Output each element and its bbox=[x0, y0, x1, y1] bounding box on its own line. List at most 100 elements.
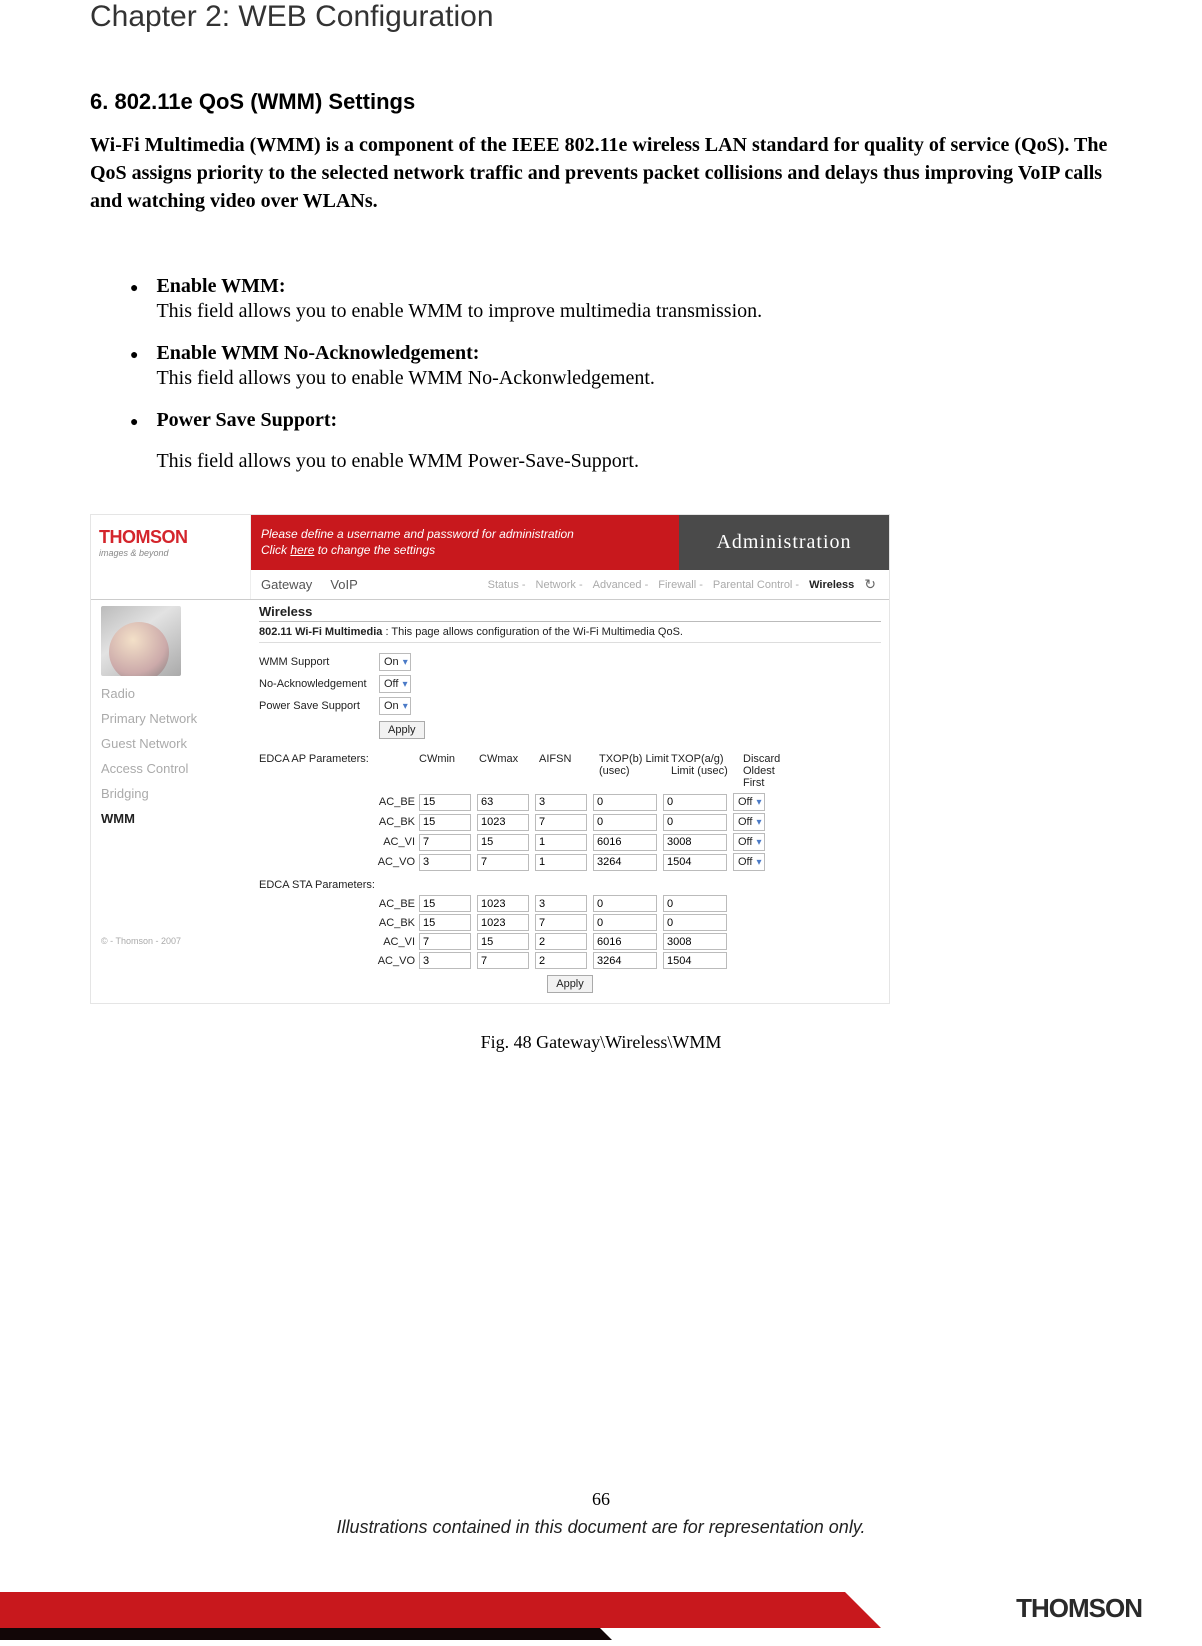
edca-input[interactable] bbox=[663, 814, 727, 831]
discard-value: Off bbox=[738, 856, 752, 868]
tab-voip[interactable]: VoIP bbox=[330, 577, 357, 592]
admin-title: Administration bbox=[679, 515, 889, 570]
edca-input[interactable] bbox=[663, 794, 727, 811]
edca-input[interactable] bbox=[535, 914, 587, 931]
edca-input[interactable] bbox=[593, 854, 657, 871]
refresh-icon[interactable]: ↻ bbox=[864, 576, 876, 593]
edca-input[interactable] bbox=[477, 854, 529, 871]
sidebar-item-access-control[interactable]: Access Control bbox=[101, 761, 241, 776]
footer: THOMSON bbox=[0, 1578, 1202, 1646]
sidebar-avatar bbox=[101, 606, 181, 676]
banner-here-link[interactable]: here bbox=[290, 543, 314, 557]
edca-input[interactable] bbox=[535, 814, 587, 831]
edca-input[interactable] bbox=[663, 933, 727, 950]
edca-input[interactable] bbox=[593, 834, 657, 851]
subtab-wireless[interactable]: Wireless bbox=[809, 579, 854, 591]
tab-gateway[interactable]: Gateway bbox=[261, 577, 312, 592]
row-label: AC_BE bbox=[259, 898, 419, 910]
edca-input[interactable] bbox=[535, 952, 587, 969]
edca-input[interactable] bbox=[535, 933, 587, 950]
bullet-desc: This field allows you to enable WMM No-A… bbox=[156, 365, 1112, 391]
footer-brand: THOMSON bbox=[1016, 1593, 1142, 1624]
apply-button-2[interactable]: Apply bbox=[547, 975, 593, 993]
subtab-parental[interactable]: Parental Control - bbox=[713, 579, 799, 591]
edca-input[interactable] bbox=[477, 814, 529, 831]
edca-input[interactable] bbox=[535, 834, 587, 851]
edca-input[interactable] bbox=[419, 854, 471, 871]
edca-input[interactable] bbox=[663, 914, 727, 931]
edca-input[interactable] bbox=[419, 834, 471, 851]
banner-line1: Please define a username and password fo… bbox=[261, 527, 669, 543]
edca-input[interactable] bbox=[477, 914, 529, 931]
subtab-network[interactable]: Network - bbox=[536, 579, 583, 591]
edca-input[interactable] bbox=[419, 952, 471, 969]
table-row: AC_BK Off▾ bbox=[259, 813, 881, 831]
edca-input[interactable] bbox=[419, 895, 471, 912]
edca-input[interactable] bbox=[535, 794, 587, 811]
sidebar-item-radio[interactable]: Radio bbox=[101, 686, 241, 701]
bullet-title: Power Save Support: bbox=[156, 409, 1112, 432]
discard-select[interactable]: Off▾ bbox=[733, 813, 765, 831]
banner-line2-pre: Click bbox=[261, 543, 290, 557]
sidebar: Radio Primary Network Guest Network Access … bbox=[91, 600, 251, 1003]
sidebar-item-bridging[interactable]: Bridging bbox=[101, 786, 241, 801]
content-panel: Wireless 802.11 Wi-Fi Multimedia : This … bbox=[251, 600, 889, 1003]
discard-select[interactable]: Off ▾ bbox=[733, 853, 765, 871]
discard-value: Off bbox=[738, 816, 752, 828]
edca-input[interactable] bbox=[663, 854, 727, 871]
edca-input[interactable] bbox=[663, 834, 727, 851]
page-number: 66 bbox=[0, 1489, 1202, 1510]
edca-input[interactable] bbox=[419, 933, 471, 950]
col-cwmin: CWmin bbox=[419, 753, 479, 789]
edca-input[interactable] bbox=[477, 895, 529, 912]
table-row: AC_BE bbox=[259, 895, 881, 912]
sidebar-footer: © - Thomson - 2007 bbox=[101, 936, 241, 946]
discard-select[interactable]: Off▾ bbox=[733, 833, 765, 851]
edca-input[interactable] bbox=[535, 854, 587, 871]
row-label: AC_BK bbox=[259, 816, 419, 828]
edca-input[interactable] bbox=[477, 952, 529, 969]
edca-input[interactable] bbox=[593, 933, 657, 950]
wmm-support-select[interactable]: On▾ bbox=[379, 653, 411, 671]
sub-tabs: Status - Network - Advanced - Firewall -… bbox=[483, 570, 889, 599]
apply-button[interactable]: Apply bbox=[379, 721, 425, 739]
edca-input[interactable] bbox=[593, 814, 657, 831]
edca-sta-title: EDCA STA Parameters: bbox=[259, 879, 419, 891]
edca-input[interactable] bbox=[663, 952, 727, 969]
chevron-down-icon: ▾ bbox=[756, 857, 761, 868]
subtab-advanced[interactable]: Advanced - bbox=[593, 579, 649, 591]
edca-input[interactable] bbox=[477, 834, 529, 851]
sidebar-item-wmm[interactable]: WMM bbox=[101, 811, 241, 826]
bullet-title: Enable WMM: bbox=[156, 275, 1112, 298]
figure-caption: Fig. 48 Gateway\Wireless\WMM bbox=[90, 1032, 1112, 1053]
sidebar-item-primary-network[interactable]: Primary Network bbox=[101, 711, 241, 726]
edca-input[interactable] bbox=[663, 895, 727, 912]
subtab-firewall[interactable]: Firewall - bbox=[658, 579, 703, 591]
sidebar-item-guest-network[interactable]: Guest Network bbox=[101, 736, 241, 751]
edca-input[interactable] bbox=[477, 933, 529, 950]
pss-select[interactable]: On▾ bbox=[379, 697, 411, 715]
page-sub-bold: 802.11 Wi-Fi Multimedia bbox=[259, 626, 382, 638]
edca-input[interactable] bbox=[419, 794, 471, 811]
edca-input[interactable] bbox=[593, 952, 657, 969]
edca-input[interactable] bbox=[419, 914, 471, 931]
bullet-title: Enable WMM No-Acknowledgement: bbox=[156, 342, 1112, 365]
row-label: AC_VI bbox=[259, 936, 419, 948]
edca-input[interactable] bbox=[593, 895, 657, 912]
footer-red-bar bbox=[0, 1592, 845, 1628]
pss-value: On bbox=[384, 700, 399, 712]
edca-input[interactable] bbox=[593, 914, 657, 931]
row-label: AC_VO bbox=[259, 955, 419, 967]
edca-input[interactable] bbox=[419, 814, 471, 831]
no-ack-select[interactable]: Off▾ bbox=[379, 675, 411, 693]
discard-select[interactable]: Off▾ bbox=[733, 793, 765, 811]
wmm-support-value: On bbox=[384, 656, 399, 668]
row-label: AC_BK bbox=[259, 917, 419, 929]
bullet-item: ● Power Save Support: This field allows … bbox=[130, 409, 1112, 474]
edca-input[interactable] bbox=[593, 794, 657, 811]
edca-input[interactable] bbox=[477, 794, 529, 811]
page-subheading: 802.11 Wi-Fi Multimedia : This page allo… bbox=[259, 622, 881, 643]
edca-input[interactable] bbox=[535, 895, 587, 912]
subtab-status[interactable]: Status - bbox=[488, 579, 526, 591]
row-label: AC_VI bbox=[259, 836, 419, 848]
